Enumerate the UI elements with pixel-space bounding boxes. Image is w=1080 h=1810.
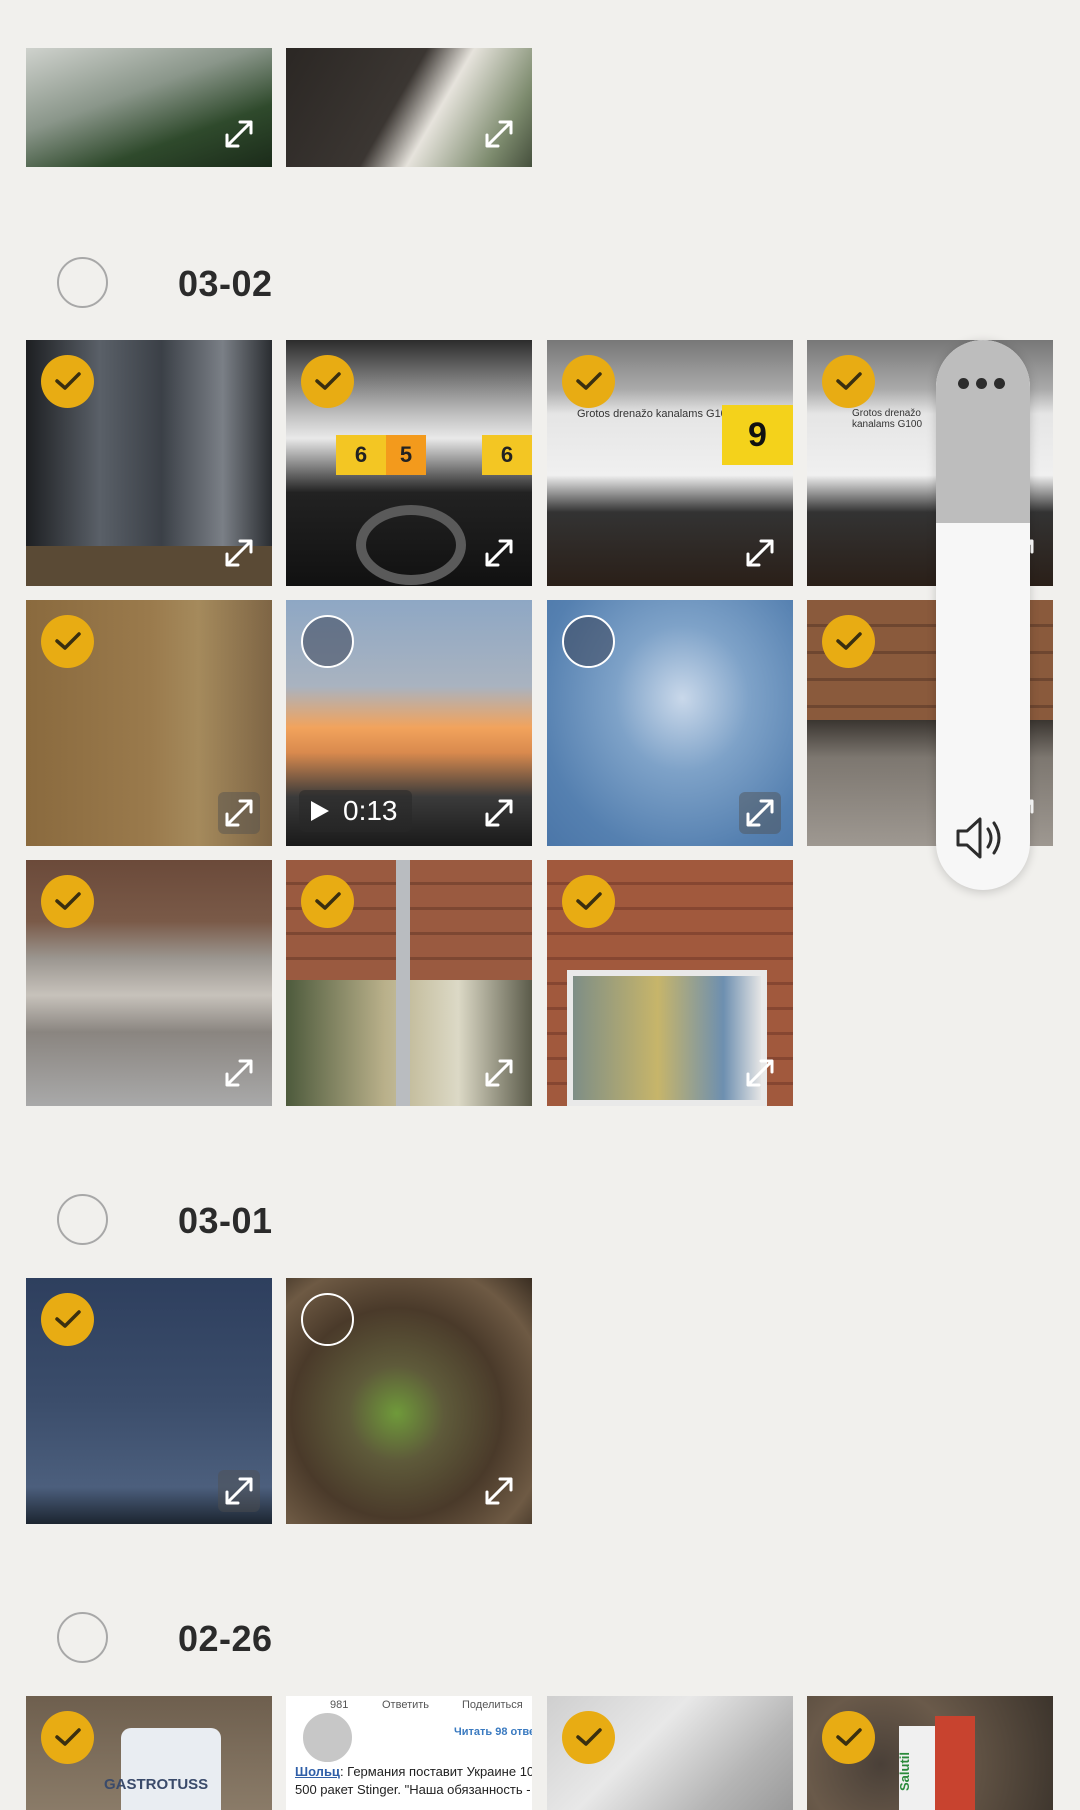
photo-tile[interactable]: Grotos drenažo kanalams G100 9 [547,340,793,586]
photo-tile[interactable] [26,340,272,586]
expand-icon[interactable] [478,113,520,155]
date-label: 03-02 [178,263,273,304]
photo-tile[interactable] [26,860,272,1106]
video-duration: 0:13 [343,795,398,826]
photo-tile[interactable]: Salutil [807,1696,1053,1810]
unselected-circle-icon[interactable] [301,1293,354,1346]
photo-tile[interactable] [286,1278,532,1524]
selected-check-icon[interactable] [562,875,615,928]
video-tile[interactable]: 0:13 [286,600,532,846]
photo-tile[interactable]: GASTROTUSS [26,1696,272,1810]
more-icon[interactable] [958,378,1005,389]
expand-icon[interactable] [739,792,781,834]
selected-check-icon[interactable] [562,1711,615,1764]
news-line-2: 500 ракет Stinger. "Наша обязанность - п… [295,1782,532,1797]
photo-tile[interactable] [286,860,532,1106]
price-tag: 5 [386,435,426,475]
likes-count: 981 [330,1699,349,1711]
selected-check-icon[interactable] [822,355,875,408]
photo-tile[interactable] [26,1278,272,1524]
unselected-circle-icon[interactable] [301,1711,354,1764]
unselected-circle-icon[interactable] [562,615,615,668]
selected-check-icon[interactable] [301,355,354,408]
date-label: 02-26 [178,1618,273,1659]
reply-text: Ответить [382,1699,430,1711]
photo-tile[interactable] [547,1696,793,1810]
selected-check-icon[interactable] [41,615,94,668]
select-day-checkbox[interactable] [57,1612,108,1663]
photo-tile[interactable] [286,48,532,167]
expand-icon[interactable] [478,532,520,574]
expand-icon[interactable] [739,1052,781,1094]
selected-check-icon[interactable] [41,1711,94,1764]
date-label: 03-01 [178,1200,273,1241]
volume-icon[interactable] [954,814,1012,862]
select-day-checkbox[interactable] [57,1194,108,1245]
selected-check-icon[interactable] [822,1711,875,1764]
news-author: Шольц [295,1764,340,1779]
expand-icon[interactable] [218,1052,260,1094]
selected-check-icon[interactable] [41,875,94,928]
photo-tile[interactable] [26,600,272,846]
selected-check-icon[interactable] [301,875,354,928]
expand-icon[interactable] [218,792,260,834]
play-icon [311,801,329,821]
video-duration-badge: 0:13 [299,790,412,832]
news-text: : Германия поставит Украине 1000 е [339,1764,532,1779]
news-line: Шольц: Германия поставит Украине 1000 е [295,1764,532,1779]
fast-scroll-panel[interactable] [936,340,1030,890]
expand-icon[interactable] [218,113,260,155]
expand-icon[interactable] [478,1470,520,1512]
photo-tile[interactable]: 6 5 6 [286,340,532,586]
selected-check-icon[interactable] [822,615,875,668]
unselected-circle-icon[interactable] [301,615,354,668]
photo-tile[interactable] [547,860,793,1106]
date-header: 03-01 [0,1192,600,1252]
selected-check-icon[interactable] [562,355,615,408]
photo-tile[interactable] [547,600,793,846]
selected-check-icon[interactable] [41,1293,94,1346]
screenshot-tile[interactable]: 981 Ответить Поделиться Читать 98 ответо… [286,1696,532,1810]
price-tag: 6 [336,435,386,475]
date-header: 03-02 [0,255,600,315]
share-text: Поделиться [462,1699,523,1711]
expand-icon[interactable] [739,532,781,574]
product-text: Salutil [897,1751,912,1791]
expand-icon[interactable] [478,1052,520,1094]
product-text: GASTROTUSS [104,1776,209,1793]
selected-check-icon[interactable] [41,355,94,408]
expand-icon[interactable] [478,792,520,834]
price-tag: 9 [722,405,793,465]
photo-tile[interactable] [26,48,272,167]
date-header: 02-26 [0,1610,600,1670]
product-label: Grotos drenažo kanalams G100 [852,408,923,430]
more-replies-text: Читать 98 ответо [454,1726,532,1738]
scroll-thumb[interactable] [936,340,1030,523]
select-day-checkbox[interactable] [57,257,108,308]
expand-icon[interactable] [218,1470,260,1512]
expand-icon[interactable] [218,532,260,574]
price-tag: 6 [482,435,532,475]
